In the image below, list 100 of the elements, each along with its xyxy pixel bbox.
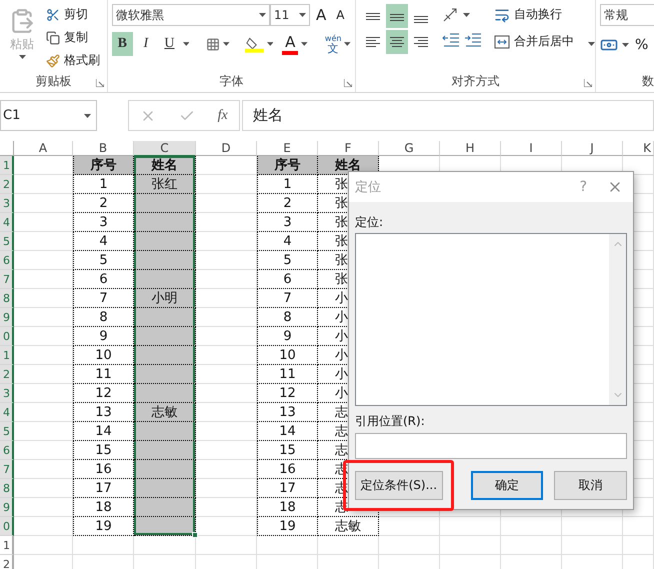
column-header[interactable]: H	[440, 141, 501, 156]
fill-color-icon[interactable]	[244, 35, 264, 53]
table-cell: 13	[257, 403, 318, 422]
row-header[interactable]: 8	[0, 479, 14, 498]
cancel-button[interactable]: 取消	[554, 471, 627, 500]
font-size-field[interactable]: 11	[270, 4, 310, 26]
row-header[interactable]: 3	[0, 194, 14, 213]
wrap-text-button[interactable]: 自动换行	[492, 4, 597, 25]
row-header[interactable]: 4	[0, 403, 14, 422]
table-cell: 10	[73, 346, 134, 365]
dialog-launcher-icon[interactable]	[584, 79, 592, 87]
group-label: 字体	[220, 72, 244, 90]
row-header[interactable]: 9	[0, 308, 14, 327]
grow-font-button[interactable]: A	[314, 4, 328, 26]
caret-icon	[588, 42, 595, 46]
row-header[interactable]: 5	[0, 422, 14, 441]
sheet-cell	[14, 232, 73, 251]
row-header[interactable]: 6	[0, 441, 14, 460]
table-cell: 17	[257, 479, 318, 498]
column-header[interactable]: C	[134, 141, 196, 156]
row-header[interactable]: 1	[0, 346, 14, 365]
row-header[interactable]: 4	[0, 213, 14, 232]
shrink-font-button[interactable]: A	[334, 4, 346, 26]
special-button[interactable]: 定位条件(S)...	[355, 471, 443, 500]
italic-button[interactable]: I	[136, 32, 156, 56]
vertical-align-button[interactable]	[386, 4, 408, 28]
number-format-field[interactable]: 常规	[600, 4, 654, 26]
row-header[interactable]: 9	[0, 498, 14, 517]
table-cell: 13	[73, 403, 134, 422]
sheet-cell	[379, 517, 440, 536]
table-cell: 张红	[134, 175, 196, 194]
cut-button[interactable]: 剪切	[44, 4, 102, 25]
align-top-icon	[366, 12, 380, 20]
fill-handle[interactable]	[192, 532, 198, 538]
sheet-cell	[196, 270, 257, 289]
sheet-cell	[257, 536, 318, 555]
column-header[interactable]: F	[318, 141, 379, 156]
row-header[interactable]: 3	[0, 384, 14, 403]
row-header[interactable]: 6	[0, 251, 14, 270]
column-header[interactable]: J	[562, 141, 623, 156]
reference-field[interactable]	[355, 433, 627, 459]
sheet-cell	[196, 422, 257, 441]
dialog-launcher-icon[interactable]	[96, 79, 104, 87]
phonetic-button[interactable]: wén 文	[324, 34, 342, 54]
name-box[interactable]: C1	[0, 100, 97, 131]
dialog-title: 定位	[355, 179, 382, 196]
indent-increase-icon[interactable]	[464, 31, 482, 47]
align-right-icon	[414, 37, 428, 47]
table-cell: 10	[257, 346, 318, 365]
sheet-cell	[14, 213, 73, 232]
row-header[interactable]: 0	[0, 517, 14, 536]
row-header[interactable]: 2	[0, 175, 14, 194]
copy-button[interactable]: 复制	[44, 27, 102, 48]
row-header[interactable]: 8	[0, 289, 14, 308]
sheet-cell	[440, 536, 501, 555]
font-name-field[interactable]: 微软雅黑	[112, 4, 270, 26]
insert-function-button[interactable]: fx	[218, 108, 228, 124]
sheet-cell	[196, 403, 257, 422]
horizontal-align-button[interactable]	[386, 30, 408, 54]
table-cell: 志敏	[318, 517, 379, 536]
ok-button[interactable]: 确定	[470, 471, 544, 500]
column-header[interactable]: E	[257, 141, 318, 156]
row-header[interactable]: 2	[0, 365, 14, 384]
column-header[interactable]: B	[73, 141, 134, 156]
column-header[interactable]: I	[501, 141, 562, 156]
column-header[interactable]: G	[379, 141, 440, 156]
table-cell: 17	[73, 479, 134, 498]
table-cell: 12	[73, 384, 134, 403]
row-header[interactable]: 7	[0, 460, 14, 479]
table-cell: 8	[73, 308, 134, 327]
row-header[interactable]: 7	[0, 270, 14, 289]
sheet-cell	[196, 156, 257, 175]
table-cell: 6	[73, 270, 134, 289]
sheet-cell	[196, 194, 257, 213]
painter-button[interactable]: 格式刷	[44, 50, 102, 71]
indent-decrease-icon[interactable]	[442, 31, 460, 47]
sheet-cell	[501, 517, 562, 536]
font-color-button[interactable]: A	[282, 33, 298, 55]
row-header[interactable]: 1	[0, 536, 14, 555]
formula-field[interactable]: 姓名	[242, 100, 654, 131]
row-header[interactable]: 5	[0, 232, 14, 251]
row-header[interactable]: 1	[0, 156, 14, 175]
sheet-cell	[318, 536, 379, 555]
table-cell: 2	[257, 194, 318, 213]
border-icon[interactable]	[206, 36, 220, 52]
dialog-launcher-icon[interactable]	[344, 79, 352, 87]
underline-button[interactable]: U	[159, 32, 180, 56]
wrap-text-icon	[494, 6, 510, 22]
table-cell: 14	[257, 422, 318, 441]
row-header[interactable]: 0	[0, 327, 14, 346]
table-cell	[134, 460, 196, 479]
table-cell: 志敏	[134, 403, 196, 422]
percent-button[interactable]: %	[633, 34, 650, 55]
table-cell	[134, 270, 196, 289]
merge-center-button[interactable]: 合并后居中	[492, 31, 597, 52]
column-header[interactable]: A	[14, 141, 73, 156]
column-header[interactable]: D	[196, 141, 257, 156]
bold-button[interactable]: B	[112, 32, 133, 56]
column-header[interactable]: K	[623, 141, 654, 156]
table-cell	[134, 327, 196, 346]
